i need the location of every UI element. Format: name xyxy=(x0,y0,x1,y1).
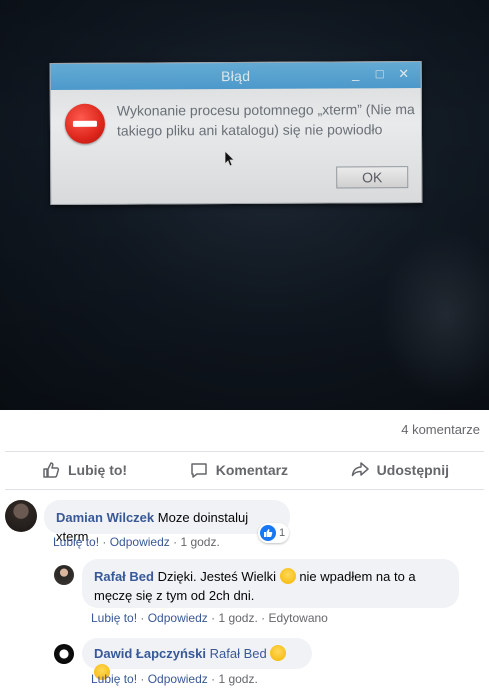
error-dialog: Błąd _ □ ✕ Wykonanie procesu potomnego „… xyxy=(49,61,423,205)
rofl-emoji-icon xyxy=(270,645,287,661)
comment-time[interactable]: 1 godz. xyxy=(218,672,257,686)
comment-bubble: Damian Wilczek Moze doinstaluj xterm xyxy=(44,500,290,544)
share-arrow-icon xyxy=(351,462,369,477)
comment-author[interactable]: Dawid Łapczyński xyxy=(94,646,206,661)
comment-reply-link[interactable]: Odpowiedz xyxy=(148,611,208,625)
avatar[interactable] xyxy=(54,644,74,664)
dialog-titlebar: Błąd _ □ ✕ xyxy=(50,62,421,90)
post-photo[interactable]: Błąd _ □ ✕ Wykonanie procesu potomnego „… xyxy=(0,0,489,410)
grinning-emoji-icon xyxy=(279,568,296,584)
error-icon xyxy=(64,103,106,144)
share-button[interactable]: Udostępnij xyxy=(351,461,449,479)
comment-bubble: Rafał Bed Dzięki. Jesteś Wielki nie wpad… xyxy=(82,559,459,608)
comment-bubble: Dawid Łapczyński Rafał Bed xyxy=(82,638,312,680)
like-button[interactable]: Lubię to! xyxy=(42,461,127,479)
close-icon: ✕ xyxy=(398,66,410,82)
comment-time[interactable]: 1 godz. xyxy=(180,535,219,549)
comment-author[interactable]: Damian Wilczek xyxy=(56,510,154,525)
reaction-badge[interactable]: 1 xyxy=(258,523,290,543)
edited-label[interactable]: Edytowano xyxy=(268,611,327,625)
comment-time[interactable]: 1 godz. xyxy=(218,611,257,625)
comment-bubble-icon xyxy=(190,463,207,478)
post-actions-bar: Lubię to! Komentarz Udostępnij xyxy=(0,452,489,488)
screen-reflection xyxy=(380,230,489,400)
share-button-label: Udostępnij xyxy=(376,462,449,478)
window-controls: _ □ ✕ xyxy=(349,66,411,82)
comment-reply-link[interactable]: Odpowiedz xyxy=(110,535,170,549)
mention-link[interactable]: Rafał Bed xyxy=(210,646,267,661)
comment-meta: Lubię to! · Odpowiedz · 1 godz. xyxy=(91,672,258,686)
avatar[interactable] xyxy=(5,500,37,532)
comment-count[interactable]: 4 komentarze xyxy=(401,422,480,437)
dialog-title: Błąd xyxy=(221,67,251,85)
comment-author[interactable]: Rafał Bed xyxy=(94,569,154,584)
avatar[interactable] xyxy=(54,565,74,585)
comment-reply-link[interactable]: Odpowiedz xyxy=(148,672,208,686)
comment-meta: Lubię to! · Odpowiedz · 1 godz. · Edytow… xyxy=(91,611,328,625)
comment-like-link[interactable]: Lubię to! xyxy=(91,672,137,686)
maximize-icon: □ xyxy=(375,66,384,82)
thumbs-up-icon xyxy=(43,462,60,478)
dialog-message: Wykonanie procesu potomnego „xterm” (Nie… xyxy=(116,101,415,139)
comment-like-link[interactable]: Lubię to! xyxy=(53,535,99,549)
comment-like-link[interactable]: Lubię to! xyxy=(91,611,137,625)
comment-meta: Lubię to! · Odpowiedz · 1 godz. xyxy=(53,535,220,549)
comment-button-label: Komentarz xyxy=(215,462,289,478)
comment-text-part-1: Dzięki. Jesteś Wielki xyxy=(157,569,277,584)
like-button-label: Lubię to! xyxy=(68,462,128,478)
divider-bottom xyxy=(5,489,484,490)
mouse-cursor-icon xyxy=(225,151,235,167)
minimize-icon: _ xyxy=(352,66,360,82)
like-reaction-icon xyxy=(260,525,276,541)
ok-button: OK xyxy=(336,166,409,189)
reaction-count: 1 xyxy=(279,527,286,539)
comment-button[interactable]: Komentarz xyxy=(190,461,288,479)
